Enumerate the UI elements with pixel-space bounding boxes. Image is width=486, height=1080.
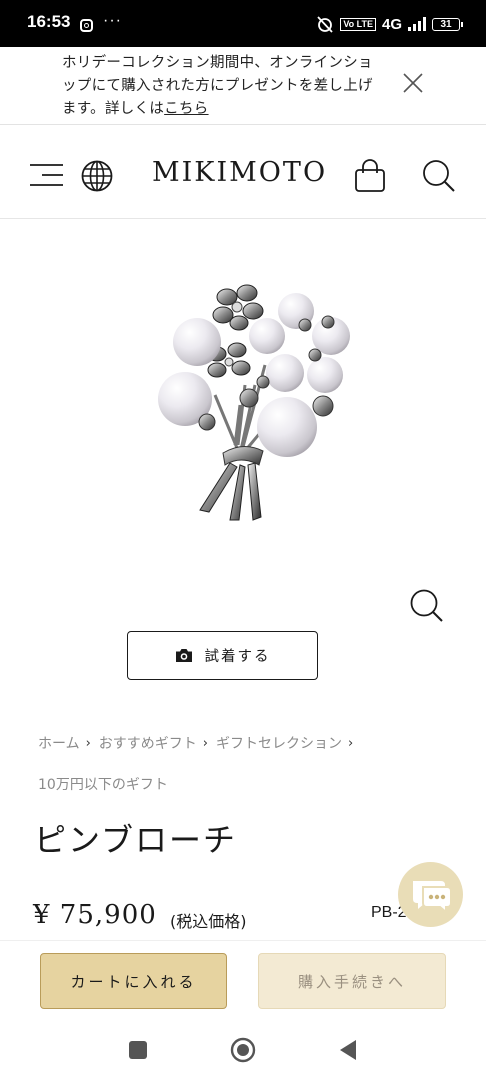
status-icons: Vo LTE 4G 31 — [316, 14, 463, 34]
action-bar: カートに入れる 購入手続きへ — [0, 940, 486, 1023]
battery-icon: 31 — [432, 17, 463, 31]
chevron-right-icon: › — [348, 735, 354, 751]
banner-link[interactable]: こちら — [164, 101, 208, 117]
camera-icon — [175, 649, 192, 662]
product-image[interactable] — [145, 265, 360, 530]
status-time: 16:53 — [27, 12, 71, 31]
instagram-notification-icon — [80, 19, 93, 32]
product-price: ¥ 75,900 — [33, 900, 157, 930]
volte-badge: Vo LTE — [340, 17, 376, 31]
close-icon[interactable] — [403, 73, 423, 93]
try-on-label: 試着する — [204, 649, 271, 665]
recent-apps-icon[interactable] — [128, 1040, 148, 1060]
chevron-right-icon: › — [85, 735, 91, 751]
holiday-banner: ホリデーコレクション期間中、オンラインショップにて購入された方にプレゼントを差し… — [0, 47, 486, 125]
globe-icon[interactable] — [81, 160, 113, 192]
menu-icon[interactable] — [30, 162, 63, 188]
back-icon[interactable] — [338, 1039, 358, 1061]
breadcrumb-item-under-100k[interactable]: 10万円以下のギフト — [38, 774, 168, 794]
breadcrumb-item-home[interactable]: ホーム — [38, 733, 80, 753]
tax-note: (税込価格) — [170, 912, 247, 931]
chevron-right-icon: › — [202, 735, 208, 751]
chat-bubble-icon — [412, 880, 452, 913]
try-on-button[interactable]: 試着する — [127, 631, 318, 680]
zoom-icon[interactable] — [409, 588, 445, 624]
home-icon[interactable] — [230, 1037, 256, 1063]
breadcrumb-item-gift-selection[interactable]: ギフトセレクション — [216, 733, 342, 753]
site-header: MIKIMOTO — [0, 125, 486, 219]
chat-button[interactable] — [398, 862, 463, 927]
product-title: ピンブローチ — [34, 821, 238, 859]
mikimoto-logo[interactable]: MIKIMOTO — [152, 157, 327, 188]
network-type: 4G — [381, 15, 402, 33]
system-nav-bar — [0, 1022, 486, 1080]
alarm-off-icon — [317, 16, 333, 33]
signal-icon — [408, 17, 426, 31]
status-bar: 16:53 ··· Vo LTE 4G 31 — [0, 0, 486, 47]
search-icon[interactable] — [422, 159, 456, 193]
overflow-notifications: ··· — [103, 12, 122, 29]
breadcrumb: ホーム › おすすめギフト › ギフトセレクション › 10万円以下のギフト — [38, 733, 458, 794]
add-to-cart-button[interactable]: カートに入れる — [40, 953, 227, 1009]
banner-text: ホリデーコレクション期間中、オンラインショップにて購入された方にプレゼントを差し… — [62, 52, 380, 121]
shopping-bag-icon[interactable] — [354, 159, 386, 193]
checkout-button[interactable]: 購入手続きへ — [258, 953, 446, 1009]
breadcrumb-item-recommended-gifts[interactable]: おすすめギフト — [99, 733, 197, 753]
banner-message: ホリデーコレクション期間中、オンラインショップにて購入された方にプレゼントを差し… — [62, 55, 373, 117]
